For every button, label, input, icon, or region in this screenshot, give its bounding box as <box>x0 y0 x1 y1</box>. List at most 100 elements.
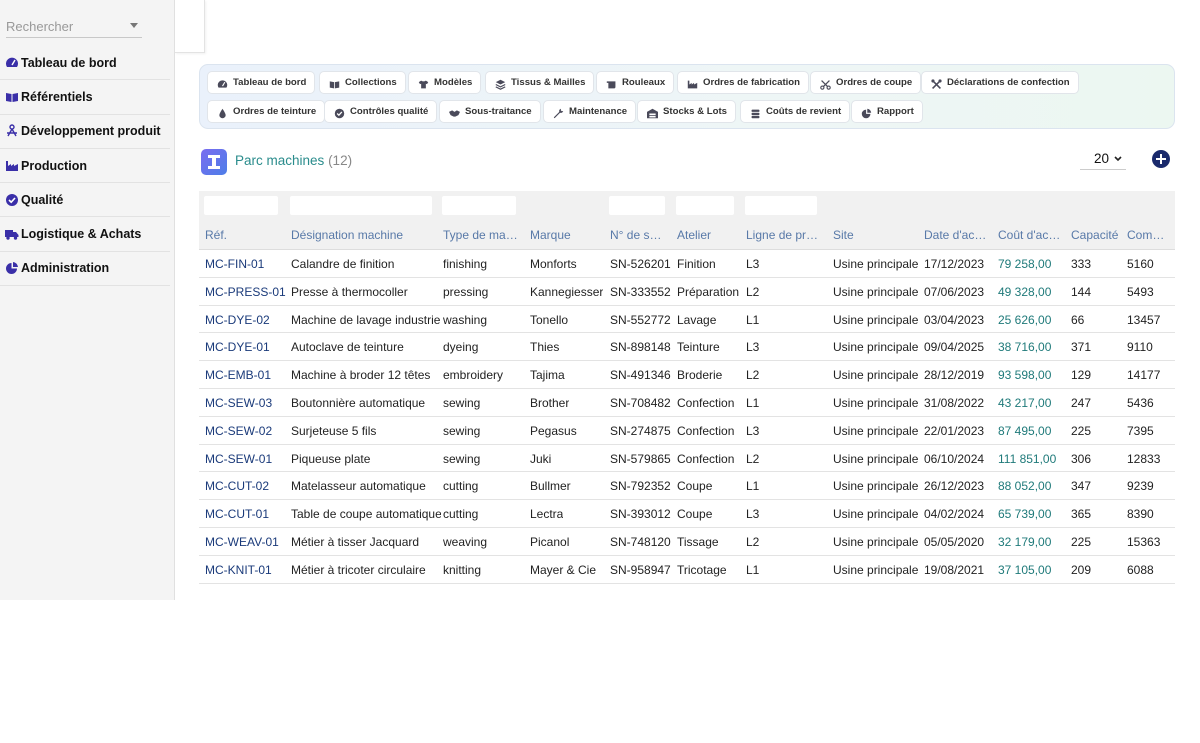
table-row[interactable]: MC-SEW-03 Boutonnière automatique sewing Br… <box>199 389 1175 417</box>
filter-n-de-serie[interactable] <box>609 196 665 215</box>
filter-type-de-machine[interactable] <box>442 196 516 215</box>
module-ordres-de-teinture[interactable]: Ordres de teinture <box>207 100 326 123</box>
cell-ligne-de-production: L1 <box>746 395 760 410</box>
cell-ref[interactable]: MC-KNIT-01 <box>205 563 272 577</box>
table-row[interactable]: MC-KNIT-01 Métier à tricoter circulaire kn… <box>199 556 1175 584</box>
table-row[interactable]: MC-WEAV-01 Métier à tisser Jacquard weavin… <box>199 528 1175 556</box>
table-row[interactable]: MC-FIN-01 Calandre de finition finishing Mo… <box>199 250 1175 278</box>
cell-ref[interactable]: MC-PRESS-01 <box>205 285 286 299</box>
column-header-compteur[interactable]: Compteur <box>1127 228 1171 242</box>
cell-ref[interactable]: MC-CUT-02 <box>205 479 269 493</box>
column-header-site[interactable]: Site <box>833 228 854 242</box>
cell-cout-d-achat: 25 626,00 <box>998 312 1052 327</box>
cell-ref[interactable]: MC-SEW-03 <box>205 396 272 410</box>
search-box[interactable] <box>6 14 142 38</box>
cell-ref[interactable]: MC-EMB-01 <box>205 368 271 382</box>
cell-ref[interactable]: MC-DYE-02 <box>205 313 270 327</box>
filter-ligne-de-production[interactable] <box>745 196 817 215</box>
cell-capacite: 129 <box>1071 368 1092 383</box>
cell-designation-machine: Autoclave de teinture <box>291 340 404 355</box>
sidebar-item-referentiels[interactable]: Référentiels <box>0 80 170 115</box>
table-row[interactable]: MC-SEW-02 Surjeteuse 5 fils sewing Pegasus S… <box>199 417 1175 445</box>
cell-atelier: Lavage <box>677 312 717 327</box>
sidebar-item-logistique-achats[interactable]: Logistique & Achats <box>0 217 170 252</box>
cell-site: Usine principale <box>833 451 919 466</box>
module-label: Sous-traitance <box>465 106 532 117</box>
cell-atelier: Finition <box>677 257 716 271</box>
module-maintenance[interactable]: Maintenance <box>543 100 637 123</box>
record-count: (12) <box>328 153 353 168</box>
table-row[interactable]: MC-EMB-01 Machine à broder 12 têtes embroi… <box>199 361 1175 389</box>
column-header-designation-machine[interactable]: Désignation machine <box>291 228 403 242</box>
cell-type-de-machine: sewing <box>443 395 481 410</box>
sidebar-nav: Tableau de bord Référentiels Développement… <box>0 46 170 287</box>
cell-ref[interactable]: MC-CUT-01 <box>205 507 269 521</box>
table-row[interactable]: MC-DYE-02 Machine de lavage industriel was… <box>199 306 1175 334</box>
scroll-icon <box>606 77 617 89</box>
module-stocks-lots[interactable]: Stocks & Lots <box>637 100 736 123</box>
module-rapport[interactable]: Rapport <box>851 100 923 123</box>
module-label: Déclarations de confection <box>947 77 1070 88</box>
column-header-ref[interactable]: Réf. <box>205 228 227 242</box>
add-button[interactable] <box>1152 150 1170 168</box>
cell-compteur: 8390 <box>1127 507 1154 522</box>
module-ordres-de-coupe[interactable]: Ordres de coupe <box>810 71 922 94</box>
module-tableau-de-bord[interactable]: Tableau de bord <box>207 71 316 94</box>
sidebar-item-production[interactable]: Production <box>0 149 170 184</box>
table-row[interactable]: MC-PRESS-01 Presse à thermocoller pressing… <box>199 278 1175 306</box>
sidebar-item-tableau-de-bord[interactable]: Tableau de bord <box>0 46 170 81</box>
cell-ref[interactable]: MC-SEW-02 <box>205 424 272 438</box>
column-header-type-de-machine[interactable]: Type de machine <box>443 228 519 242</box>
chevron-down-icon <box>1114 155 1122 161</box>
column-header-atelier[interactable]: Atelier <box>677 228 711 242</box>
module-couts-de-revient[interactable]: Coûts de revient <box>740 100 851 123</box>
module-rouleaux[interactable]: Rouleaux <box>596 71 675 94</box>
module-modeles[interactable]: Modèles <box>408 71 482 94</box>
cell-n-de-serie: SN-393012 <box>610 507 671 522</box>
module-sous-traitance[interactable]: Sous-traitance <box>439 100 541 123</box>
module-controles-qualite[interactable]: Contrôles qualité <box>324 100 438 123</box>
module-declarations-de-confection[interactable]: Déclarations de confection <box>921 71 1079 94</box>
cell-ref[interactable]: MC-SEW-01 <box>205 452 272 466</box>
module-label: Coûts de revient <box>766 106 842 117</box>
sidebar-item-administration[interactable]: Administration <box>0 252 170 287</box>
module-label: Rouleaux <box>622 77 666 88</box>
cell-date-d-achat: 17/12/2023 <box>924 257 985 271</box>
filter-designation-machine[interactable] <box>290 196 432 215</box>
page-size-select[interactable]: 20 <box>1080 148 1126 170</box>
cell-site: Usine principale <box>833 562 919 577</box>
cell-n-de-serie: SN-552772 <box>610 312 671 327</box>
module-tissus-mailles[interactable]: Tissus & Mailles <box>485 71 595 94</box>
cell-ref[interactable]: MC-FIN-01 <box>205 257 264 271</box>
cell-capacite: 306 <box>1071 451 1092 466</box>
machine-icon <box>201 149 227 175</box>
column-header-ligne-de-production[interactable]: Ligne de production <box>746 228 820 242</box>
cell-ref[interactable]: MC-DYE-01 <box>205 340 270 354</box>
module-collections[interactable]: Collections <box>319 71 406 94</box>
search-input[interactable] <box>6 14 124 38</box>
sidebar-item-qualite[interactable]: Qualité <box>0 183 170 218</box>
table-row[interactable]: MC-SEW-01 Piqueuse plate sewing Juki SN-5798… <box>199 445 1175 473</box>
module-label: Contrôles qualité <box>350 106 429 117</box>
column-header-date-d-achat[interactable]: Date d'achat <box>924 228 990 242</box>
cell-ref[interactable]: MC-WEAV-01 <box>205 535 279 549</box>
column-header-n-de-serie[interactable]: N° de série <box>610 228 668 242</box>
sidebar-item-developpement-produit[interactable]: Développement produit <box>0 115 170 149</box>
filter-ref[interactable] <box>204 196 278 215</box>
sidebar-item-label: Tableau de bord <box>21 55 117 70</box>
table-row[interactable]: MC-DYE-01 Autoclave de teinture dyeing Thie… <box>199 333 1175 362</box>
filter-atelier[interactable] <box>676 196 734 215</box>
column-header-marque[interactable]: Marque <box>530 228 571 242</box>
cell-date-d-achat: 09/04/2025 <box>924 340 985 355</box>
cell-marque: Pegasus <box>530 423 577 438</box>
cell-type-de-machine: cutting <box>443 507 479 522</box>
table-row[interactable]: MC-CUT-01 Table de coupe automatique cutti… <box>199 500 1175 528</box>
table-row[interactable]: MC-CUT-02 Matelasseur automatique cutting B… <box>199 472 1175 501</box>
column-header-capacite[interactable]: Capacité <box>1071 228 1118 242</box>
module-ordres-de-fabrication[interactable]: Ordres de fabrication <box>677 71 810 94</box>
gauge-icon <box>5 56 19 70</box>
chevron-down-icon[interactable] <box>130 23 138 28</box>
column-header-cout-d-achat[interactable]: Coût d'achat <box>998 228 1062 242</box>
cell-ligne-de-production: L3 <box>746 423 760 438</box>
cell-site: Usine principale <box>833 340 919 355</box>
